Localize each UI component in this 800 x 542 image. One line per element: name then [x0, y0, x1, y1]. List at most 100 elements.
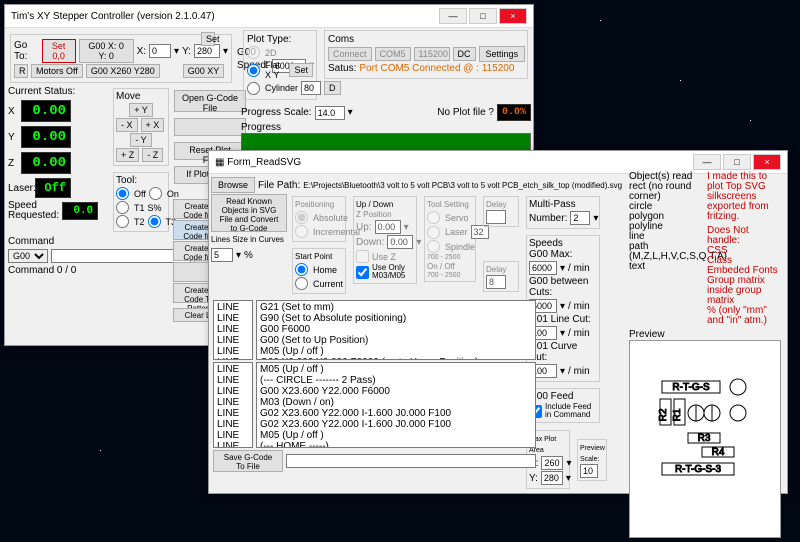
y-label: Y:	[182, 46, 191, 57]
neg-x-button[interactable]: - X	[116, 118, 138, 132]
cyl-input[interactable]	[301, 81, 321, 95]
set2-button[interactable]: Set	[289, 63, 313, 77]
incremental-radio	[295, 225, 308, 238]
speed-req-label: Speed	[8, 202, 59, 210]
settings-button[interactable]: Settings	[479, 46, 526, 62]
svg-title: Form_ReadSVG	[227, 157, 301, 168]
use-z-check	[356, 250, 369, 263]
absolute-radio	[295, 211, 308, 224]
d-button[interactable]: D	[324, 81, 341, 95]
maxx-input[interactable]	[541, 456, 563, 470]
browse-button[interactable]: Browse	[211, 177, 255, 193]
progress-scale-input[interactable]	[315, 106, 345, 120]
com-port[interactable]: COM5	[375, 47, 411, 61]
r-button[interactable]: R	[14, 64, 28, 78]
g00xy2-button[interactable]: G00 XY	[183, 64, 225, 78]
g00max-input[interactable]	[529, 261, 557, 275]
main-titlebar: Tim's XY Stepper Controller (version 2.1…	[5, 5, 533, 28]
multipass-input[interactable]	[570, 211, 590, 225]
x-input[interactable]	[149, 44, 171, 58]
neg-y-button[interactable]: - Y	[130, 133, 151, 147]
lines-curves-input[interactable]	[211, 248, 233, 262]
flat-xy-radio[interactable]	[247, 64, 260, 77]
x-status-label: X	[8, 106, 18, 117]
laser-lcd: Off	[35, 178, 71, 198]
down-input	[387, 235, 413, 249]
objects-list-2[interactable]: LINELINELINELINELINELINELINELINE--- text…	[213, 362, 253, 448]
notes-dnh: Does Not handle:	[707, 226, 783, 246]
on-radio[interactable]	[149, 187, 162, 200]
g00xy-button[interactable]: G00 X: 0 Y: 0	[79, 39, 134, 63]
notes-title: I made this to plot Top SVG silkscreens …	[707, 172, 783, 222]
speed-req-label2: Requested:	[8, 212, 59, 220]
plus-y-button[interactable]: + Y	[129, 103, 153, 117]
set-button[interactable]: Set	[201, 32, 215, 46]
svg-window: ▦ Form_ReadSVG — □ × Browse File Path: E…	[208, 150, 788, 494]
objects-read-list: rect (no round corner) circle polygon po…	[629, 182, 701, 272]
baud[interactable]: 115200	[414, 47, 450, 61]
current-status-label: Current Status:	[8, 86, 108, 97]
svg-text:R2: R2	[658, 408, 669, 421]
objects-list-1[interactable]: LINELINELINELINELINELINELINELINELINELINE…	[213, 300, 253, 360]
use-only-check[interactable]	[356, 266, 369, 279]
gcode-list-1[interactable]: G21 (Set to mm)G90 (Set to Absolute posi…	[256, 300, 536, 360]
svg-close-btn[interactable]: ×	[753, 154, 781, 170]
home-radio[interactable]	[295, 263, 308, 276]
move-label: Move	[116, 91, 140, 102]
save-path-input[interactable]	[286, 454, 536, 468]
off-radio[interactable]	[116, 187, 129, 200]
preview-label: Preview	[629, 330, 783, 340]
tool-label: Tool:	[116, 175, 137, 186]
speed-req-lcd: 0.0	[62, 202, 98, 220]
t3-radio[interactable]	[148, 215, 161, 228]
motors-off-button[interactable]: Motors Off	[31, 64, 83, 78]
plus-z-button[interactable]: + Z	[116, 148, 139, 162]
y-input[interactable]	[194, 44, 220, 58]
read-known-button[interactable]: Read Known Objects in SVG File and Conve…	[211, 194, 287, 232]
current-radio[interactable]	[295, 277, 308, 290]
neg-z-button[interactable]: - Z	[142, 148, 163, 162]
preview-scale-input[interactable]	[580, 464, 598, 478]
status-text: Port COM5 Connected @ : 115200	[359, 63, 514, 74]
save-gcode-button[interactable]: Save G-Code To File	[213, 450, 283, 472]
set00-button[interactable]: Set 0,0	[42, 39, 76, 63]
close-btn[interactable]: ×	[499, 8, 527, 24]
gcode-list-2[interactable]: M05 (Up / off )(--- CIRCLE ------- 2 Pas…	[256, 362, 536, 448]
x-lcd: 0.00	[21, 100, 71, 122]
maxy-input[interactable]	[541, 471, 563, 485]
preview-canvas: R-T-G-S R2 R1 R3 R4 R-T	[629, 340, 781, 538]
laser-label: Laser:	[8, 183, 32, 194]
plus-x-button[interactable]: + X	[141, 118, 165, 132]
z-status-label: Z	[8, 158, 18, 169]
plot-gcode-button	[174, 118, 246, 136]
open-gcode-button[interactable]: Open G-Code File	[174, 90, 246, 112]
svg-text:R3: R3	[698, 433, 711, 444]
svg-text:R-T-G-S-3: R-T-G-S-3	[675, 464, 722, 475]
command-input[interactable]	[51, 249, 191, 263]
status-label: Satus:	[328, 63, 356, 74]
up-input	[375, 220, 401, 234]
connect-button[interactable]: Connect	[328, 47, 372, 61]
minimize-btn[interactable]: —	[439, 8, 467, 24]
z-lcd: 0.00	[21, 152, 71, 174]
cylinder-radio[interactable]	[247, 82, 260, 95]
svg-minimize-btn[interactable]: —	[693, 154, 721, 170]
dc-button[interactable]: DC	[453, 47, 476, 61]
laser-tool-radio	[427, 226, 440, 239]
command-count: Command 0 / 0	[8, 265, 76, 276]
goto-label: Go To:	[14, 40, 39, 62]
t1-radio[interactable]	[116, 201, 129, 214]
file-path: E:\Projects\Bluetooth\3 volt to 5 volt P…	[303, 181, 622, 190]
g00x260-button[interactable]: G00 X260 Y280	[86, 64, 160, 78]
no-plot-label: No Plot file ?	[437, 107, 494, 118]
form-icon: ▦	[215, 157, 224, 168]
plot-type-label: Plot Type:	[247, 34, 291, 45]
svg-text:R4: R4	[712, 447, 725, 458]
maximize-btn[interactable]: □	[469, 8, 497, 24]
t2-radio[interactable]	[116, 215, 129, 228]
svg-maximize-btn[interactable]: □	[723, 154, 751, 170]
radio-2d	[247, 46, 260, 59]
servo-radio	[427, 211, 440, 224]
command-select[interactable]: G00	[8, 249, 48, 263]
lines-curves-label: Lines Size in Curves	[211, 235, 284, 244]
